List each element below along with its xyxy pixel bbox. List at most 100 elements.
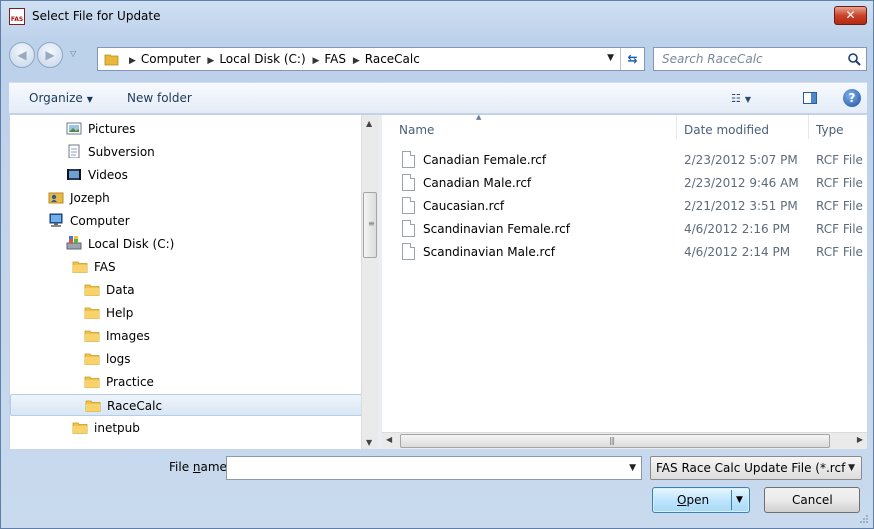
breadcrumb-racecalc[interactable]: RaceCalc (365, 52, 420, 66)
tree-item-racecalc[interactable]: RaceCalc (10, 394, 362, 416)
pictures-icon (66, 122, 82, 135)
file-icon (402, 197, 415, 214)
cancel-button-label: Cancel (792, 493, 833, 507)
tree-item-subversion[interactable]: Subversion (10, 141, 362, 163)
tree-item-jozeph[interactable]: Jozeph (10, 187, 362, 209)
tree-item-fas[interactable]: FAS (10, 256, 362, 278)
file-row[interactable]: Caucasian.rcf 2/21/2012 3:51 PM RCF File (382, 195, 867, 217)
address-dropdown-icon[interactable]: ▼ (607, 53, 614, 63)
column-type-label: Type (816, 123, 844, 137)
folder-icon (84, 376, 100, 388)
file-icon (402, 151, 415, 168)
scroll-up-icon[interactable]: ▲ (366, 119, 372, 128)
cancel-button[interactable]: Cancel (764, 487, 860, 513)
file-name-label: File name: (169, 460, 231, 474)
address-bar[interactable]: ▶ Computer ▶ Local Disk (C:) ▶ FAS ▶ RaceCal… (97, 47, 645, 71)
window-title: Select File for Update (32, 9, 161, 23)
scroll-left-icon[interactable]: ◀ (386, 435, 392, 444)
file-name-field[interactable]: ▼ (226, 456, 642, 480)
column-header-date[interactable]: Date modified (676, 115, 808, 143)
scroll-thumb[interactable]: ||| (400, 434, 830, 448)
tree-item-practice[interactable]: Practice (10, 371, 362, 393)
search-box[interactable]: Search RaceCalc (653, 47, 867, 71)
tree-item-label: Computer (70, 214, 130, 228)
file-type: RCF File (816, 245, 863, 259)
file-name: Canadian Male.rcf (423, 176, 532, 190)
chevron-down-icon[interactable]: ▼ (629, 463, 636, 473)
file-name: Caucasian.rcf (423, 199, 505, 213)
recent-pages-dropdown[interactable]: ▽ (70, 49, 76, 58)
folder-icon (72, 261, 88, 273)
back-button[interactable]: ◀ (9, 42, 35, 68)
refresh-button[interactable]: ⇆ (620, 48, 644, 70)
file-date-modified: 2/23/2012 5:07 PM (684, 153, 798, 167)
file-row[interactable]: Canadian Female.rcf 2/23/2012 5:07 PM RCF … (382, 149, 867, 171)
organize-menu[interactable]: Organize ▼ (29, 91, 93, 105)
file-row[interactable]: Scandinavian Female.rcf 4/6/2012 2:16 PM R… (382, 218, 867, 240)
file-list-pane: ▲ Name Date modified Type Canadian Femal… (382, 115, 867, 433)
folder-icon (104, 54, 119, 66)
chevron-right-icon: ▶ (129, 56, 136, 66)
caret-down-icon: ▼ (86, 95, 93, 104)
tree-item-label: inetpub (94, 421, 140, 435)
tree-item-data[interactable]: Data (10, 279, 362, 301)
search-icon[interactable] (847, 52, 861, 66)
file-type: RCF File (816, 153, 863, 167)
tree-item-local-disk-c[interactable]: Local Disk (C:) (10, 233, 362, 255)
open-button-label: Open (677, 493, 710, 507)
tree-item-images[interactable]: Images (10, 325, 362, 347)
file-date-modified: 2/23/2012 9:46 AM (684, 176, 799, 190)
file-row[interactable]: Scandinavian Male.rcf 4/6/2012 2:14 PM RCF… (382, 241, 867, 263)
chevron-right-icon: ▶ (352, 56, 360, 66)
change-view-button[interactable]: ☷ ▼ (731, 91, 751, 105)
new-folder-button[interactable]: New folder (127, 91, 192, 105)
file-name: Canadian Female.rcf (423, 153, 547, 167)
column-date-label: Date modified (684, 123, 770, 137)
column-name-label: Name (399, 123, 435, 137)
tree-item-videos[interactable]: Videos (10, 164, 362, 186)
scroll-down-icon[interactable]: ▼ (366, 438, 372, 447)
breadcrumb-computer[interactable]: Computer (141, 52, 201, 66)
caret-down-icon: ▼ (744, 95, 752, 104)
column-header-name[interactable]: ▲ Name (382, 115, 676, 143)
file-type-select[interactable]: FAS Race Calc Update File (*.rcf ▼ (650, 456, 862, 480)
file-row[interactable]: Canadian Male.rcf 2/23/2012 9:46 AM RCF Fi… (382, 172, 867, 194)
scroll-thumb[interactable]: ≡ (363, 192, 377, 258)
file-name: Scandinavian Male.rcf (423, 245, 556, 259)
organize-label: Organize (29, 91, 83, 105)
folder-icon (85, 400, 101, 412)
folder-icon (72, 422, 88, 434)
file-date-modified: 4/6/2012 2:16 PM (684, 222, 791, 236)
close-button[interactable]: ✕ (834, 6, 867, 25)
resize-grip-icon[interactable] (859, 514, 869, 524)
open-button[interactable]: Open ▼ (652, 487, 750, 513)
tree-item-label: Jozeph (70, 191, 110, 205)
column-header-type[interactable]: Type (808, 115, 867, 143)
forward-button[interactable]: ▶ (37, 42, 63, 68)
breadcrumb-local-disk[interactable]: Local Disk (C:) (219, 52, 305, 66)
file-date-modified: 4/6/2012 2:14 PM (684, 245, 791, 259)
tree-item-label: Images (106, 329, 150, 343)
nav-vertical-scrollbar[interactable]: ▲ ≡ ▼ (361, 115, 378, 449)
tree-item-logs[interactable]: logs (10, 348, 362, 370)
open-options-dropdown-icon[interactable]: ▼ (736, 495, 743, 505)
chevron-down-icon: ▼ (848, 463, 855, 473)
search-input[interactable]: Search RaceCalc (662, 52, 763, 66)
tree-item-computer[interactable]: Computer (10, 210, 362, 232)
help-icon[interactable]: ? (843, 89, 861, 107)
breadcrumb-fas[interactable]: FAS (324, 52, 346, 66)
preview-pane-icon[interactable] (803, 92, 817, 104)
file-list-horizontal-scrollbar[interactable]: ◀ ||| ▶ (382, 432, 867, 449)
videos-icon (67, 169, 81, 180)
tree-item-help[interactable]: Help (10, 302, 362, 324)
user-icon (48, 192, 64, 204)
file-type: RCF File (816, 199, 863, 213)
tree-item-inetpub[interactable]: inetpub (10, 417, 362, 439)
command-toolbar: Organize ▼ New folder ☷ ▼ ? (9, 82, 867, 114)
chevron-right-icon: ▶ (312, 56, 320, 66)
tree-item-label: logs (106, 352, 131, 366)
scroll-right-icon[interactable]: ▶ (857, 435, 863, 444)
file-name: Scandinavian Female.rcf (423, 222, 570, 236)
navigation-pane: Pictures Subversion Videos Jozeph Computer Lo… (9, 115, 378, 449)
tree-item-pictures[interactable]: Pictures (10, 118, 362, 140)
